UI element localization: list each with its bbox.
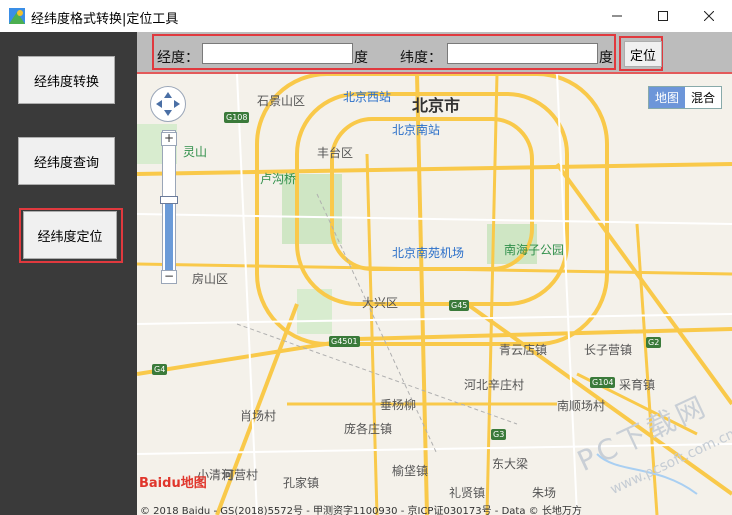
highway-g4501: G4501 — [329, 336, 360, 347]
map-label-chuiyang: 垂杨柳 — [380, 398, 417, 412]
baidu-logo: Baidu地图 — [139, 476, 207, 491]
map-label-kongjia: 孔家镇 — [283, 476, 320, 490]
sidebar: 经纬度转换 经纬度查询 经纬度定位 — [0, 32, 137, 515]
coord-convert-button[interactable]: 经纬度转换 — [18, 56, 115, 104]
map-label-beijing-west: 北京西站 — [343, 90, 392, 104]
highway-g45: G45 — [449, 300, 470, 311]
map-label-daxing: 大兴区 — [362, 296, 399, 310]
map-label-yufa: 榆垡镇 — [392, 464, 429, 478]
map-label-shijingshan: 石景山区 — [257, 94, 306, 108]
map-label-lingshan: 灵山 — [183, 145, 208, 159]
longitude-input[interactable] — [202, 43, 353, 64]
map-label-zhuchang: 朱场 — [532, 486, 557, 500]
map-label-xiaochang: 肖场村 — [240, 409, 277, 423]
map-label-nanyuan-airport: 北京南苑机场 — [392, 246, 465, 260]
highway-g2: G2 — [646, 337, 662, 348]
title-bar: 经纬度格式转换|定位工具 — [0, 0, 732, 32]
map-label-fangshan: 房山区 — [192, 272, 229, 286]
longitude-unit: 度 — [354, 50, 368, 66]
map-label-huanglin: 南顺场村 — [557, 399, 606, 413]
highway-g104: G104 — [590, 377, 616, 388]
pan-control-icon[interactable] — [150, 86, 186, 122]
map-label-fengtai: 丰台区 — [317, 146, 354, 160]
coordinate-toolbar: 经度： 度 纬度： 度 定位 — [137, 32, 732, 72]
coord-locate-button[interactable]: 经纬度定位 — [23, 211, 117, 259]
map-label-beijing-south: 北京南站 — [392, 123, 441, 137]
map-label-changzi: 长子营镇 — [584, 343, 633, 357]
zoom-out-icon[interactable]: − — [161, 270, 177, 284]
latitude-unit: 度 — [599, 50, 613, 66]
close-icon[interactable] — [686, 0, 732, 32]
map-label-lixian: 礼贤镇 — [449, 486, 486, 500]
latitude-input[interactable] — [447, 43, 598, 64]
highway-g3: G3 — [491, 429, 507, 440]
map-type-map[interactable]: 地图 — [649, 87, 686, 108]
map-label-dongshuai: 东大梁 — [492, 457, 529, 471]
map-label-caiyu: 采育镇 — [619, 378, 656, 392]
map-label-nanhaizi: 南海子公园 — [504, 243, 565, 257]
latitude-label: 纬度： — [400, 50, 442, 66]
zoom-in-icon[interactable]: + — [161, 132, 177, 146]
window-title: 经纬度格式转换|定位工具 — [31, 12, 179, 27]
map-view[interactable]: 北京市 石景山区 北京西站 北京南站 丰台区 卢沟桥 灵山 北京南苑机场 南海子… — [137, 74, 732, 515]
map-copyright: © 2018 Baidu - GS(2018)5572号 - 甲测资字11009… — [140, 506, 582, 515]
map-type-switch: 地图 混合 — [648, 86, 723, 109]
longitude-label: 经度： — [157, 50, 199, 66]
zoom-handle[interactable] — [160, 196, 178, 204]
map-label-pangge: 庞各庄镇 — [344, 422, 393, 436]
map-label-hebei-zhuang: 河北辛庄村 — [464, 378, 525, 392]
locate-button[interactable]: 定位 — [624, 41, 662, 67]
minimize-icon[interactable] — [594, 0, 640, 32]
app-icon — [9, 8, 25, 24]
highway-g4: G4 — [152, 364, 168, 375]
map-type-hybrid[interactable]: 混合 — [685, 87, 721, 108]
zoom-level-fill — [165, 198, 173, 276]
coord-query-button[interactable]: 经纬度查询 — [18, 137, 115, 185]
maximize-icon[interactable] — [640, 0, 686, 32]
map-label-beijing: 北京市 — [412, 96, 461, 115]
map-label-qingyundian: 青云店镇 — [499, 343, 548, 357]
highway-g108: G108 — [224, 112, 250, 123]
map-label-lugouqiao: 卢沟桥 — [260, 172, 297, 186]
map-label-hexiying: 何营村 — [222, 468, 259, 482]
